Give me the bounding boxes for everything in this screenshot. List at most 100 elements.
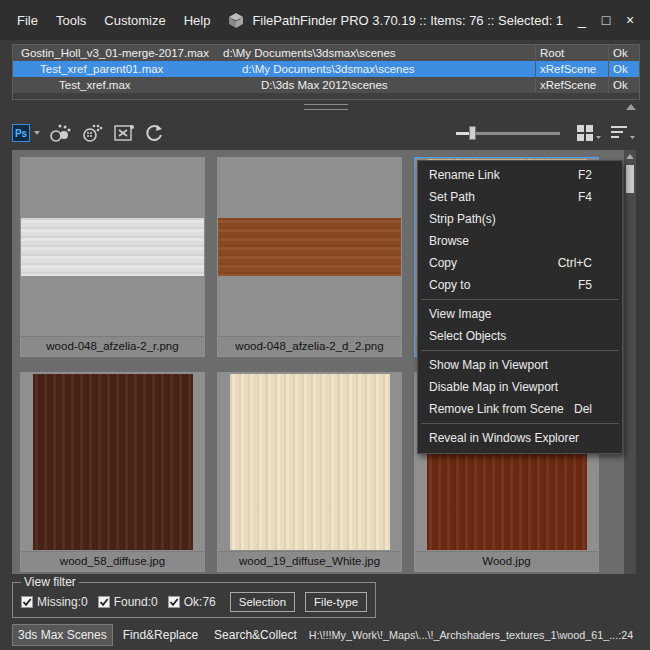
thumbnail-card[interactable]: wood-048_afzelia-2_d_2.png <box>217 157 402 357</box>
checkbox-label: Ok:76 <box>184 595 216 609</box>
slider-thumb[interactable] <box>469 126 476 140</box>
menu-item-shortcut: F5 <box>578 274 592 296</box>
scan-scenes-icon[interactable] <box>80 123 104 143</box>
scene-path: d:\My Documents\3dsmax\scenes <box>238 61 535 77</box>
scene-type: xRefScene <box>535 61 608 77</box>
context-menu-item[interactable]: Strip Path(s) <box>418 208 622 230</box>
menu-item-label: Set Path <box>429 186 475 208</box>
scene-path: D:\3ds Max 2012\scenes <box>257 77 535 93</box>
menu-item-label: Disable Map in Viewport <box>429 376 558 398</box>
menu-item-shortcut: Ctrl+C <box>558 252 592 274</box>
scene-name: Test_xref.max <box>13 77 257 93</box>
texture-image <box>230 374 390 550</box>
checkbox[interactable] <box>21 596 33 608</box>
checkbox[interactable] <box>98 596 110 608</box>
menu-separator <box>421 423 619 424</box>
minimize-button[interactable]: _ <box>570 10 594 30</box>
status-path: H:\!!!My_Work\!_Maps\...\!_Archshaders_t… <box>309 629 633 641</box>
scene-type: xRefScene <box>535 77 608 93</box>
thumbnail-card[interactable]: wood_19_diffuse_White.jpg <box>217 372 402 572</box>
filter-checkbox[interactable]: Found:0 <box>98 595 158 609</box>
scene-name: Gostin_Holl_v3_01-merge-2017.max <box>13 45 219 61</box>
mode-tab[interactable]: Find&Replace <box>117 624 204 646</box>
context-menu-item[interactable]: CopyCtrl+C <box>418 252 622 274</box>
menu-bar: FileToolsCustomizeHelp <box>0 10 219 31</box>
menu-item-label: Rename Link <box>429 164 500 186</box>
app-logo-icon <box>226 11 246 29</box>
window-controls: _□× <box>570 10 650 30</box>
view-filter-title: View filter <box>21 575 79 589</box>
thumbnail-image-area <box>218 373 401 551</box>
context-menu-item[interactable]: Copy toF5 <box>418 274 622 296</box>
context-menu-item[interactable]: Show Map in Viewport <box>418 354 622 376</box>
menu-item[interactable]: Tools <box>47 10 95 31</box>
splitter[interactable] <box>12 100 640 114</box>
view-filter: View filter Missing:0 Found:0 Ok:76 Selectio… <box>12 575 376 618</box>
window-title: FilePathFinder PRO 3.70.19 :: Items: 76 … <box>219 11 570 29</box>
menu-item-label: Show Map in Viewport <box>429 354 548 376</box>
filter-button[interactable]: Selection <box>230 592 295 612</box>
title-text: FilePathFinder PRO 3.70.19 :: Items: 76 … <box>252 13 563 28</box>
menu-item[interactable]: Customize <box>95 10 174 31</box>
dropdown-arrow-icon[interactable] <box>34 131 40 135</box>
scene-name: Test_xref_parent01.max <box>13 61 238 77</box>
scene-type: Root <box>535 45 608 61</box>
menu-item-label: Select Objects <box>429 325 506 347</box>
thumbnail-label: wood-048_afzelia-2_d_2.png <box>218 336 401 356</box>
menu-item-shortcut: Del <box>574 398 592 420</box>
photoshop-button[interactable]: Ps <box>12 124 30 142</box>
filter-button[interactable]: File-type <box>305 592 367 612</box>
context-menu-item[interactable]: Reveal in Windows Explorer <box>418 427 622 449</box>
mode-tab[interactable]: Search&Collect <box>208 624 303 646</box>
filter-checkbox[interactable]: Missing:0 <box>21 595 88 609</box>
context-menu-item[interactable]: View Image <box>418 303 622 325</box>
filter-checkbox[interactable]: Ok:76 <box>168 595 216 609</box>
scene-row[interactable]: Test_xref_parent01.maxd:\My Documents\3d… <box>13 61 639 77</box>
context-menu-item[interactable]: Select Objects <box>418 325 622 347</box>
texture-image <box>21 218 204 276</box>
toolbar: Ps <box>12 118 636 148</box>
maximize-button[interactable]: □ <box>594 10 618 30</box>
menu-item[interactable]: File <box>8 10 47 31</box>
title-bar: FileToolsCustomizeHelp FilePathFinder PRO… <box>0 0 650 40</box>
find-maps-icon[interactable] <box>48 123 72 143</box>
scene-status: Ok <box>608 77 639 93</box>
thumbnail-size-slider[interactable] <box>456 132 560 135</box>
scroll-up-icon[interactable] <box>626 154 634 159</box>
collect-icon[interactable] <box>112 123 136 143</box>
grid-view-icon[interactable] <box>576 124 602 142</box>
thumbnail-image-area <box>218 158 401 336</box>
context-menu-item[interactable]: Disable Map in Viewport <box>418 376 622 398</box>
context-menu-item[interactable]: Set PathF4 <box>418 186 622 208</box>
scene-row[interactable]: Gostin_Holl_v3_01-merge-2017.maxd:\My Do… <box>13 45 639 61</box>
mode-tab[interactable]: 3ds Max Scenes <box>12 624 113 646</box>
collapse-arrow-icon[interactable] <box>626 104 636 110</box>
context-menu-item[interactable]: Browse <box>418 230 622 252</box>
scene-path: d:\My Documents\3dsmax\scenes <box>219 45 535 61</box>
menu-item-label: Reveal in Windows Explorer <box>429 427 579 449</box>
sort-icon[interactable] <box>610 124 636 142</box>
checkbox[interactable] <box>168 596 180 608</box>
bottom-bar: 3ds Max ScenesFind&ReplaceSearch&Collect… <box>0 618 650 646</box>
checkbox-label: Missing:0 <box>37 595 88 609</box>
thumbnail-scrollbar[interactable] <box>624 150 636 574</box>
thumbnail-label: Wood.jpg <box>415 551 598 571</box>
splitter-grip-icon <box>304 104 348 110</box>
menu-item-label: Strip Path(s) <box>429 208 496 230</box>
thumbnail-label: wood-048_afzelia-2_r.png <box>21 336 204 356</box>
thumbnail-card[interactable]: wood_58_diffuse.jpg <box>20 372 205 572</box>
close-button[interactable]: × <box>618 10 642 30</box>
texture-image <box>218 218 401 276</box>
scrollbar-thumb[interactable] <box>626 165 634 193</box>
menu-item[interactable]: Help <box>175 10 220 31</box>
menu-separator <box>421 299 619 300</box>
menu-item-label: Browse <box>429 230 469 252</box>
checkbox-label: Found:0 <box>114 595 158 609</box>
thumbnail-card[interactable]: wood-048_afzelia-2_r.png <box>20 157 205 357</box>
context-menu-item[interactable]: Rename LinkF2 <box>418 164 622 186</box>
scene-status: Ok <box>608 45 639 61</box>
scene-row[interactable]: Test_xref.maxD:\3ds Max 2012\scenesxRefS… <box>13 77 639 93</box>
context-menu-item[interactable]: Remove Link from SceneDel <box>418 398 622 420</box>
refresh-icon[interactable] <box>144 123 166 143</box>
texture-image <box>33 374 193 550</box>
